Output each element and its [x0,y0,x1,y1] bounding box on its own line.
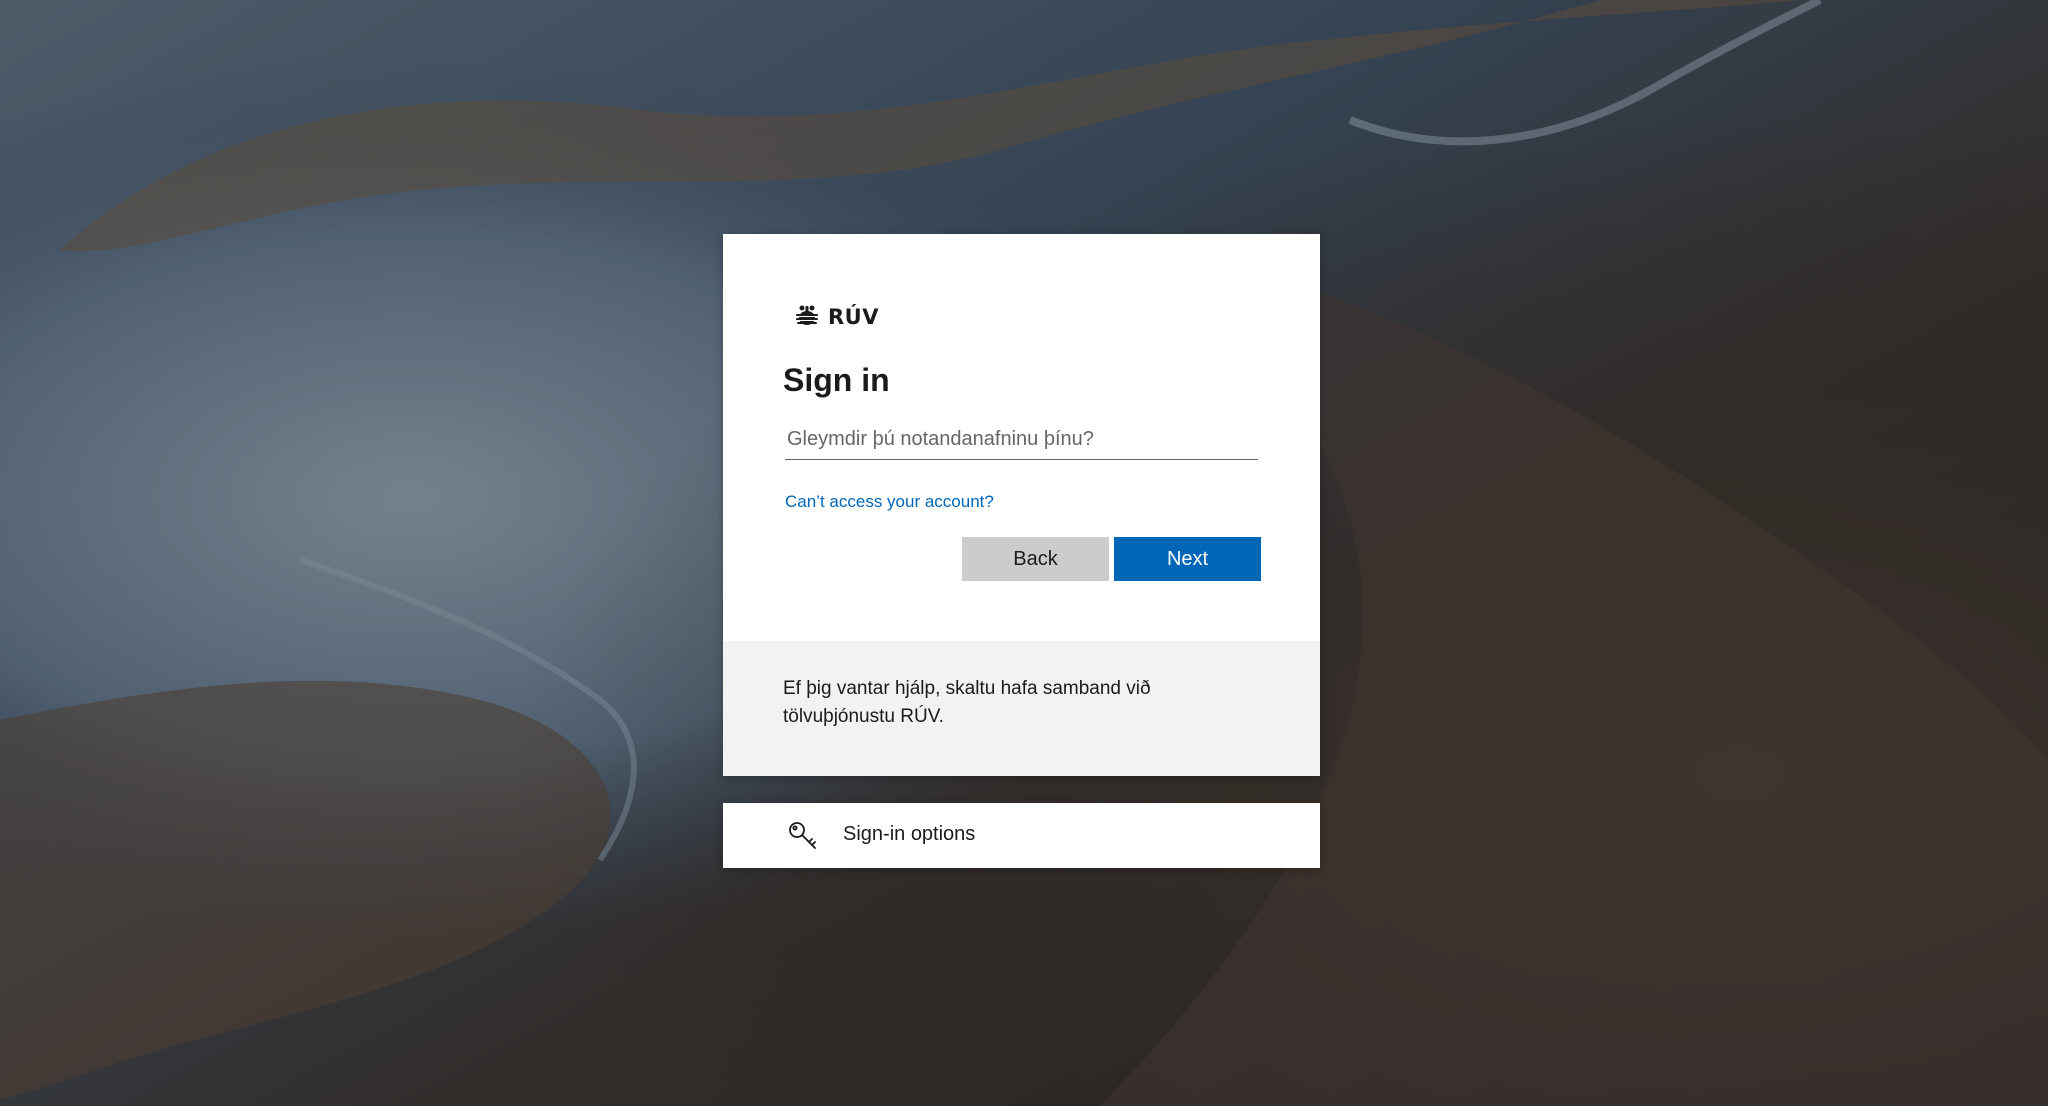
ruv-emblem-icon [793,303,821,331]
sign-in-card-body: RÚV Sign in Can’t access your account? B… [723,234,1320,641]
brand-logo: RÚV [793,302,879,332]
page-title: Sign in [783,362,890,398]
next-button[interactable]: Next [1114,537,1261,581]
back-button[interactable]: Back [962,537,1109,581]
help-text: Ef þig vantar hjálp, skaltu hafa samband… [783,678,1151,727]
key-icon [787,820,819,852]
sign-in-options-label: Sign-in options [843,823,976,845]
sign-in-options-button[interactable]: Sign-in options [723,803,1320,868]
sign-in-card: RÚV Sign in Can’t access your account? B… [723,234,1320,776]
username-input[interactable] [785,420,1258,460]
help-footer: Ef þig vantar hjálp, skaltu hafa samband… [723,641,1320,776]
cant-access-account-link[interactable]: Can’t access your account? [785,492,994,512]
brand-name: RÚV [828,305,879,329]
